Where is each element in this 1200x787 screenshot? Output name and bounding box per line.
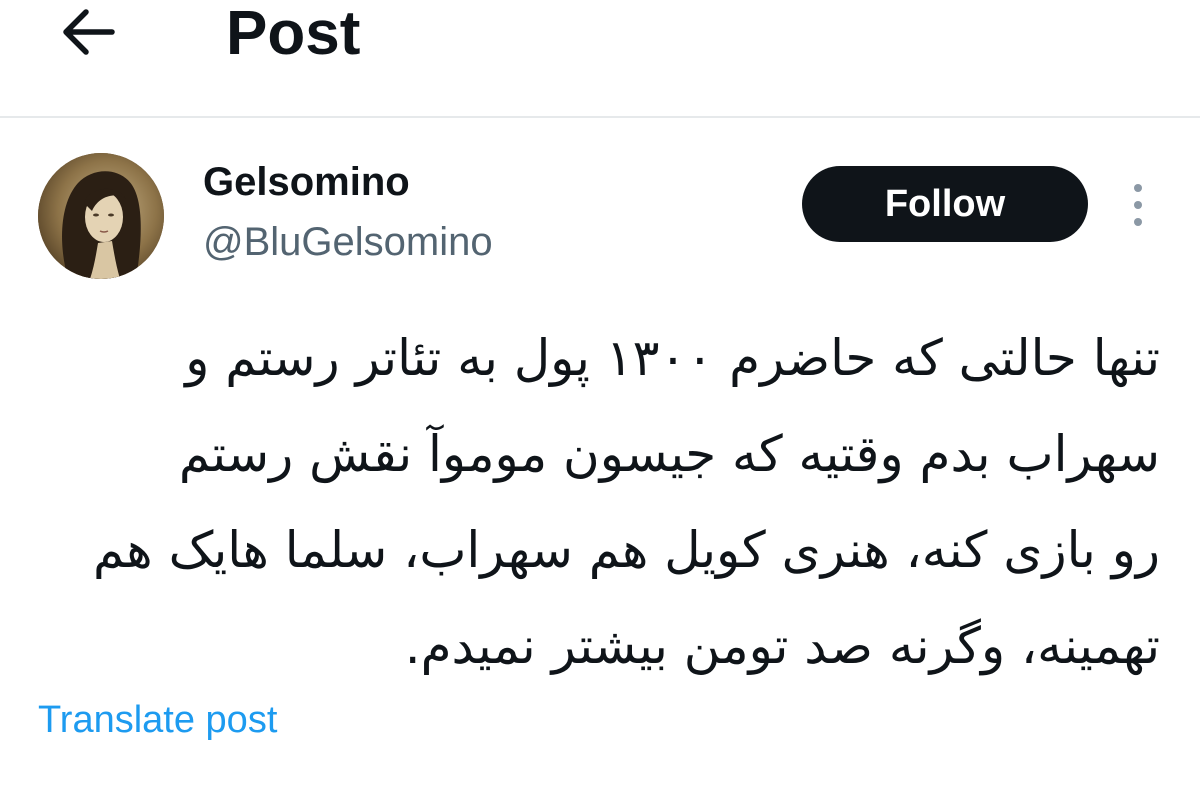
post-page: Post Gelsomino @BluGelsomino Follow تنها… [0, 0, 1200, 787]
page-title: Post [226, 0, 361, 68]
follow-button[interactable]: Follow [802, 166, 1088, 242]
post-text-line: تهمینه، وگرنه صد تومن بیشتر نمیدم. [404, 617, 1160, 675]
arrow-left-icon [63, 9, 115, 55]
author-handle[interactable]: @BluGelsomino [203, 216, 493, 268]
post-text-line: رو بازی کنه، هنری کویل هم سهراب، سلما ها… [93, 521, 1160, 579]
author-display-name[interactable]: Gelsomino [203, 156, 410, 208]
post-text: تنها حالتی که حاضرم ۱۳۰۰ پول به تئاتر رس… [60, 310, 1160, 694]
avatar[interactable] [38, 153, 164, 279]
top-bar: Post [0, 0, 1200, 118]
more-options-button[interactable] [1122, 180, 1154, 230]
back-button[interactable] [58, 4, 120, 60]
portrait-avatar-image [38, 153, 164, 279]
translate-post-link[interactable]: Translate post [38, 696, 277, 744]
post-text-line: سهراب بدم وقتیه که جیسون موموآ نقش رستم [178, 425, 1160, 483]
post-text-line: تنها حالتی که حاضرم ۱۳۰۰ پول به تئاتر رس… [185, 329, 1160, 387]
